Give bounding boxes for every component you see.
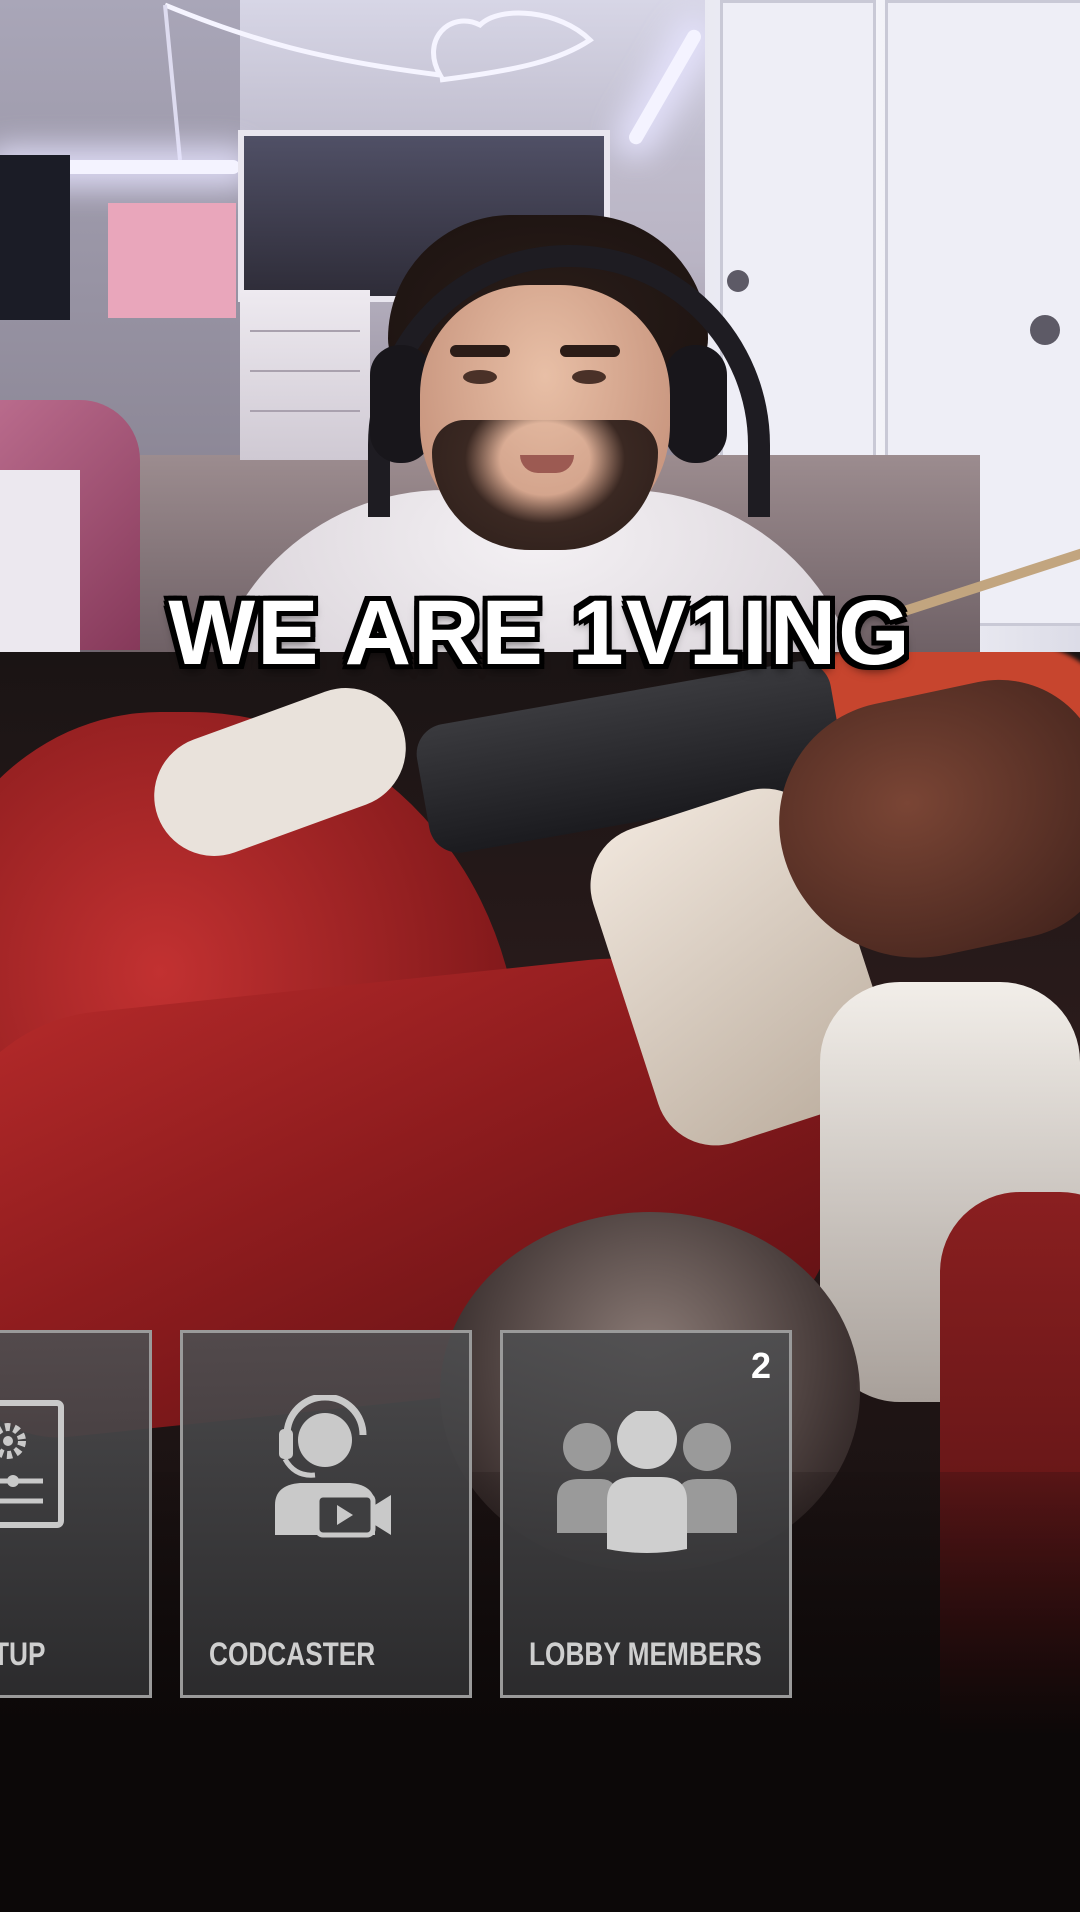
dresser [240,290,370,460]
setup-tile[interactable]: TUP [0,1330,152,1698]
eyebrow [450,345,510,357]
webcam-feed [0,0,1080,652]
codcaster-tile[interactable]: CODCASTER [180,1330,472,1698]
tile-label: LOBBY MEMBERS [529,1636,762,1672]
member-count-badge: 2 [750,1345,771,1386]
tile-label: TUP [0,1636,46,1672]
pink-poster [108,203,236,318]
headphone-cup [665,345,727,463]
eye [463,370,497,384]
eyebrow [560,345,620,357]
lobby-members-tile[interactable]: 2 LOBBY MEMBERS [500,1330,792,1698]
group-members-icon [557,1411,737,1553]
eye [572,370,606,384]
monitor [0,155,70,320]
tile-label: CODCASTER [209,1636,376,1672]
game-feed [0,652,1080,1912]
caption-text: WE ARE 1V1ING [168,582,912,684]
codcaster-headset-camera-icon [275,1395,391,1538]
door-knob [727,270,749,292]
settings-panel-icon [0,1400,64,1528]
door-knob [1030,315,1060,345]
